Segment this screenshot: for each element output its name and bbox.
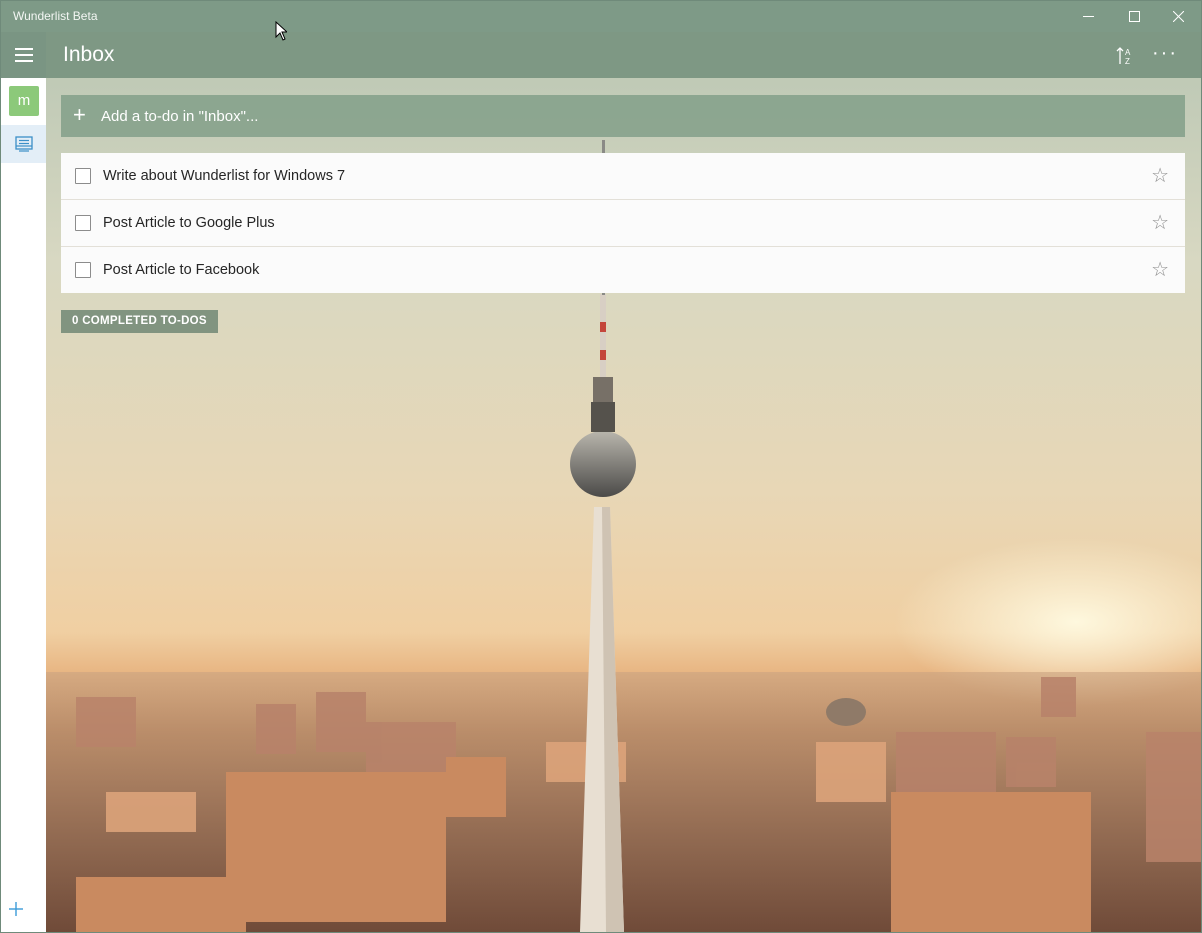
add-list-button[interactable]: [7, 900, 27, 920]
sidebar-item-inbox[interactable]: [1, 125, 46, 163]
task-checkbox[interactable]: [75, 168, 91, 184]
mouse-cursor-icon: [275, 21, 287, 41]
minimize-icon: [1082, 16, 1094, 17]
menu-button[interactable]: [1, 32, 46, 78]
svg-text:Z: Z: [1125, 57, 1130, 66]
title-bar[interactable]: Wunderlist Beta: [1, 1, 1201, 32]
star-icon[interactable]: ☆: [1151, 257, 1169, 282]
task-title[interactable]: Post Article to Facebook: [103, 262, 259, 278]
add-todo-placeholder: Add a to-do in "Inbox"...: [101, 108, 259, 125]
svg-text:A: A: [1125, 48, 1131, 57]
task-row[interactable]: Post Article to Facebook ☆: [61, 247, 1185, 293]
completed-todos-toggle[interactable]: 0 COMPLETED TO-DOS: [61, 310, 218, 333]
task-row[interactable]: Write about Wunderlist for Windows 7 ☆: [61, 153, 1185, 200]
plus-icon: [9, 902, 23, 916]
list-view: Inbox A Z ··· + Add a to-do in "Inbox"..…: [46, 32, 1201, 932]
app-title: Wunderlist Beta: [13, 9, 98, 23]
star-icon[interactable]: ☆: [1151, 210, 1169, 235]
sort-button[interactable]: A Z: [1116, 46, 1134, 66]
app-window: Wunderlist Beta m Inbox A Z ··· + Add a …: [0, 0, 1202, 933]
task-checkbox[interactable]: [75, 262, 91, 278]
inbox-icon: [14, 136, 33, 152]
add-todo-input[interactable]: + Add a to-do in "Inbox"...: [61, 95, 1185, 137]
close-button[interactable]: [1155, 1, 1201, 32]
maximize-icon: [1128, 11, 1140, 22]
avatar[interactable]: m: [9, 86, 39, 116]
task-row[interactable]: Post Article to Google Plus ☆: [61, 200, 1185, 247]
page-title: Inbox: [63, 43, 115, 66]
sort-az-icon: A Z: [1116, 47, 1131, 66]
more-options-button[interactable]: ···: [1152, 42, 1178, 65]
minimize-button[interactable]: [1065, 1, 1111, 32]
sidebar: m: [1, 32, 46, 932]
hamburger-icon: [14, 46, 33, 64]
maximize-button[interactable]: [1111, 1, 1157, 32]
list-header: Inbox A Z ···: [46, 32, 1201, 78]
star-icon[interactable]: ☆: [1151, 163, 1169, 188]
task-list: Write about Wunderlist for Windows 7 ☆ P…: [61, 153, 1185, 293]
close-icon: [1172, 11, 1184, 22]
task-title[interactable]: Write about Wunderlist for Windows 7: [103, 168, 345, 184]
add-icon: +: [73, 102, 86, 127]
task-title[interactable]: Post Article to Google Plus: [103, 215, 275, 231]
task-checkbox[interactable]: [75, 215, 91, 231]
